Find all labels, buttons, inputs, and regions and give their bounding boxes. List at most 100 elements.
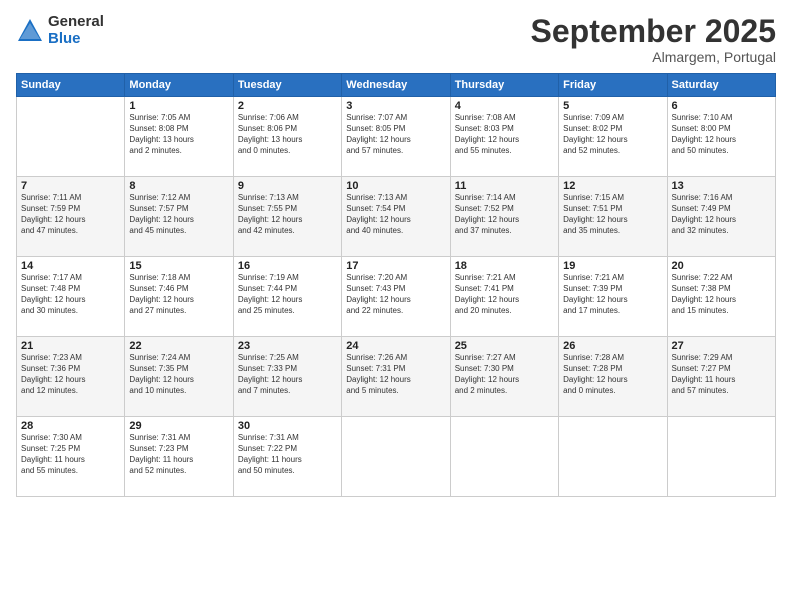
day-number: 17 [346,260,445,272]
day-number: 5 [563,100,662,112]
day-number: 13 [672,180,771,192]
day-info: Sunrise: 7:31 AM Sunset: 7:22 PM Dayligh… [238,433,337,476]
day-info: Sunrise: 7:16 AM Sunset: 7:49 PM Dayligh… [672,193,771,236]
day-number: 18 [455,260,554,272]
calendar-cell: 30Sunrise: 7:31 AM Sunset: 7:22 PM Dayli… [233,417,341,497]
calendar-cell: 29Sunrise: 7:31 AM Sunset: 7:23 PM Dayli… [125,417,233,497]
calendar-cell: 28Sunrise: 7:30 AM Sunset: 7:25 PM Dayli… [17,417,125,497]
calendar-week-row: 28Sunrise: 7:30 AM Sunset: 7:25 PM Dayli… [17,417,776,497]
day-info: Sunrise: 7:19 AM Sunset: 7:44 PM Dayligh… [238,273,337,316]
day-info: Sunrise: 7:05 AM Sunset: 8:08 PM Dayligh… [129,113,228,156]
calendar-cell [559,417,667,497]
day-number: 24 [346,340,445,352]
weekday-header: Thursday [450,74,558,97]
day-info: Sunrise: 7:15 AM Sunset: 7:51 PM Dayligh… [563,193,662,236]
day-info: Sunrise: 7:14 AM Sunset: 7:52 PM Dayligh… [455,193,554,236]
day-number: 6 [672,100,771,112]
calendar-header: SundayMondayTuesdayWednesdayThursdayFrid… [17,74,776,97]
calendar-cell: 23Sunrise: 7:25 AM Sunset: 7:33 PM Dayli… [233,337,341,417]
day-info: Sunrise: 7:06 AM Sunset: 8:06 PM Dayligh… [238,113,337,156]
weekday-header: Sunday [17,74,125,97]
day-number: 28 [21,420,120,432]
day-number: 25 [455,340,554,352]
weekday-header: Monday [125,74,233,97]
weekday-header: Tuesday [233,74,341,97]
calendar-cell: 2Sunrise: 7:06 AM Sunset: 8:06 PM Daylig… [233,97,341,177]
calendar-cell: 18Sunrise: 7:21 AM Sunset: 7:41 PM Dayli… [450,257,558,337]
day-info: Sunrise: 7:09 AM Sunset: 8:02 PM Dayligh… [563,113,662,156]
calendar-cell [342,417,450,497]
day-number: 4 [455,100,554,112]
calendar-cell: 24Sunrise: 7:26 AM Sunset: 7:31 PM Dayli… [342,337,450,417]
day-info: Sunrise: 7:12 AM Sunset: 7:57 PM Dayligh… [129,193,228,236]
calendar-cell: 9Sunrise: 7:13 AM Sunset: 7:55 PM Daylig… [233,177,341,257]
day-info: Sunrise: 7:20 AM Sunset: 7:43 PM Dayligh… [346,273,445,316]
day-number: 20 [672,260,771,272]
weekday-row: SundayMondayTuesdayWednesdayThursdayFrid… [17,74,776,97]
header: General Blue September 2025 Almargem, Po… [16,14,776,65]
day-info: Sunrise: 7:22 AM Sunset: 7:38 PM Dayligh… [672,273,771,316]
logo-general: General [48,14,104,31]
calendar-cell: 4Sunrise: 7:08 AM Sunset: 8:03 PM Daylig… [450,97,558,177]
day-info: Sunrise: 7:13 AM Sunset: 7:54 PM Dayligh… [346,193,445,236]
day-info: Sunrise: 7:24 AM Sunset: 7:35 PM Dayligh… [129,353,228,396]
day-info: Sunrise: 7:07 AM Sunset: 8:05 PM Dayligh… [346,113,445,156]
calendar-cell: 1Sunrise: 7:05 AM Sunset: 8:08 PM Daylig… [125,97,233,177]
calendar-week-row: 14Sunrise: 7:17 AM Sunset: 7:48 PM Dayli… [17,257,776,337]
day-number: 30 [238,420,337,432]
logo-text: General Blue [48,14,104,47]
day-number: 29 [129,420,228,432]
day-info: Sunrise: 7:23 AM Sunset: 7:36 PM Dayligh… [21,353,120,396]
calendar-body: 1Sunrise: 7:05 AM Sunset: 8:08 PM Daylig… [17,97,776,497]
day-number: 10 [346,180,445,192]
calendar-cell: 8Sunrise: 7:12 AM Sunset: 7:57 PM Daylig… [125,177,233,257]
calendar-cell: 22Sunrise: 7:24 AM Sunset: 7:35 PM Dayli… [125,337,233,417]
calendar-cell: 16Sunrise: 7:19 AM Sunset: 7:44 PM Dayli… [233,257,341,337]
day-info: Sunrise: 7:21 AM Sunset: 7:41 PM Dayligh… [455,273,554,316]
day-info: Sunrise: 7:28 AM Sunset: 7:28 PM Dayligh… [563,353,662,396]
calendar-cell: 10Sunrise: 7:13 AM Sunset: 7:54 PM Dayli… [342,177,450,257]
day-info: Sunrise: 7:29 AM Sunset: 7:27 PM Dayligh… [672,353,771,396]
calendar-cell: 3Sunrise: 7:07 AM Sunset: 8:05 PM Daylig… [342,97,450,177]
day-number: 16 [238,260,337,272]
day-info: Sunrise: 7:10 AM Sunset: 8:00 PM Dayligh… [672,113,771,156]
weekday-header: Friday [559,74,667,97]
calendar-cell [667,417,775,497]
day-info: Sunrise: 7:18 AM Sunset: 7:46 PM Dayligh… [129,273,228,316]
day-number: 14 [21,260,120,272]
day-number: 27 [672,340,771,352]
day-number: 9 [238,180,337,192]
day-info: Sunrise: 7:25 AM Sunset: 7:33 PM Dayligh… [238,353,337,396]
calendar-cell: 5Sunrise: 7:09 AM Sunset: 8:02 PM Daylig… [559,97,667,177]
day-info: Sunrise: 7:17 AM Sunset: 7:48 PM Dayligh… [21,273,120,316]
calendar-cell: 14Sunrise: 7:17 AM Sunset: 7:48 PM Dayli… [17,257,125,337]
day-info: Sunrise: 7:08 AM Sunset: 8:03 PM Dayligh… [455,113,554,156]
day-info: Sunrise: 7:27 AM Sunset: 7:30 PM Dayligh… [455,353,554,396]
day-number: 26 [563,340,662,352]
calendar-cell: 27Sunrise: 7:29 AM Sunset: 7:27 PM Dayli… [667,337,775,417]
calendar-cell [450,417,558,497]
day-number: 2 [238,100,337,112]
calendar-cell: 25Sunrise: 7:27 AM Sunset: 7:30 PM Dayli… [450,337,558,417]
day-number: 11 [455,180,554,192]
calendar-cell: 15Sunrise: 7:18 AM Sunset: 7:46 PM Dayli… [125,257,233,337]
month-title: September 2025 [531,14,776,49]
calendar-cell: 26Sunrise: 7:28 AM Sunset: 7:28 PM Dayli… [559,337,667,417]
day-number: 8 [129,180,228,192]
calendar-cell: 6Sunrise: 7:10 AM Sunset: 8:00 PM Daylig… [667,97,775,177]
day-number: 22 [129,340,228,352]
calendar-table: SundayMondayTuesdayWednesdayThursdayFrid… [16,73,776,497]
day-info: Sunrise: 7:26 AM Sunset: 7:31 PM Dayligh… [346,353,445,396]
day-number: 15 [129,260,228,272]
day-info: Sunrise: 7:11 AM Sunset: 7:59 PM Dayligh… [21,193,120,236]
page: General Blue September 2025 Almargem, Po… [0,0,792,612]
calendar-cell: 7Sunrise: 7:11 AM Sunset: 7:59 PM Daylig… [17,177,125,257]
calendar-cell: 21Sunrise: 7:23 AM Sunset: 7:36 PM Dayli… [17,337,125,417]
calendar-week-row: 21Sunrise: 7:23 AM Sunset: 7:36 PM Dayli… [17,337,776,417]
day-number: 19 [563,260,662,272]
location-subtitle: Almargem, Portugal [531,49,776,65]
weekday-header: Wednesday [342,74,450,97]
calendar-cell [17,97,125,177]
calendar-week-row: 1Sunrise: 7:05 AM Sunset: 8:08 PM Daylig… [17,97,776,177]
calendar-cell: 19Sunrise: 7:21 AM Sunset: 7:39 PM Dayli… [559,257,667,337]
